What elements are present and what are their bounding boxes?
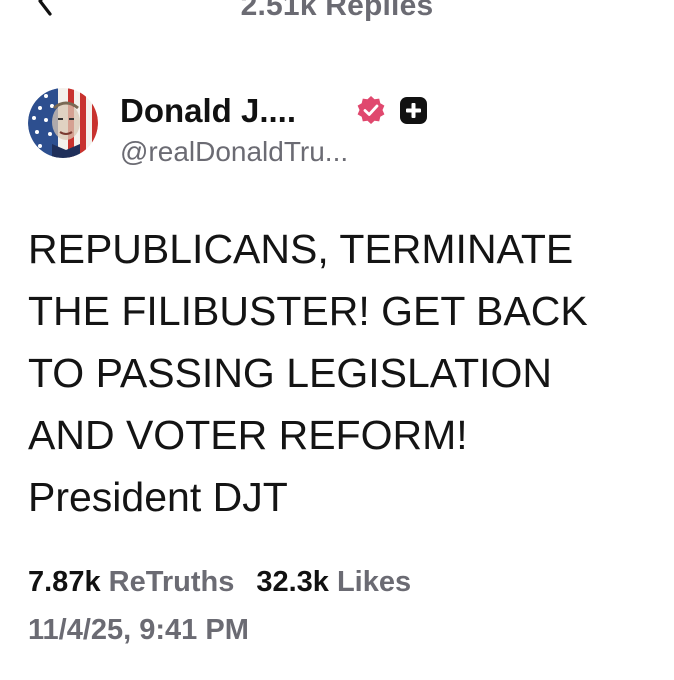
likes-stat[interactable]: 32.3k Likes bbox=[256, 566, 411, 598]
post-text-line: THE FILIBUSTER! GET BACK bbox=[28, 288, 588, 334]
post-timestamp: 11/4/25, 9:41 PM bbox=[28, 614, 249, 646]
post-text-line: President DJT bbox=[28, 474, 288, 520]
likes-label: Likes bbox=[336, 566, 412, 598]
post-text-line: TO PASSING LEGISLATION bbox=[28, 350, 553, 396]
top-bar: 2.51k Replies bbox=[0, 0, 674, 34]
post-text-line: REPUBLICANS, TERMINATE bbox=[28, 226, 574, 272]
verified-badge-icon bbox=[356, 95, 386, 125]
retruths-label: ReTruths bbox=[108, 566, 235, 598]
retruths-stat[interactable]: 7.87k ReTruths bbox=[28, 566, 234, 598]
avatar[interactable] bbox=[28, 88, 98, 158]
likes-count: 32.3k bbox=[256, 566, 329, 598]
post-author: Donald J.... @realDonaldTru... bbox=[28, 88, 648, 167]
post-stats: 7.87k ReTruths 32.3k Likes bbox=[28, 566, 411, 599]
author-handle[interactable]: @realDonaldTru... bbox=[120, 136, 348, 168]
author-display-name[interactable]: Donald J.... bbox=[120, 92, 296, 130]
plus-badge-icon bbox=[400, 97, 427, 124]
post-text: REPUBLICANS, TERMINATE THE FILIBUSTER! G… bbox=[28, 218, 658, 528]
retruths-count: 7.87k bbox=[28, 566, 101, 598]
post-text-line: AND VOTER REFORM! bbox=[28, 412, 468, 458]
replies-count-title: 2.51k Replies bbox=[240, 0, 434, 22]
